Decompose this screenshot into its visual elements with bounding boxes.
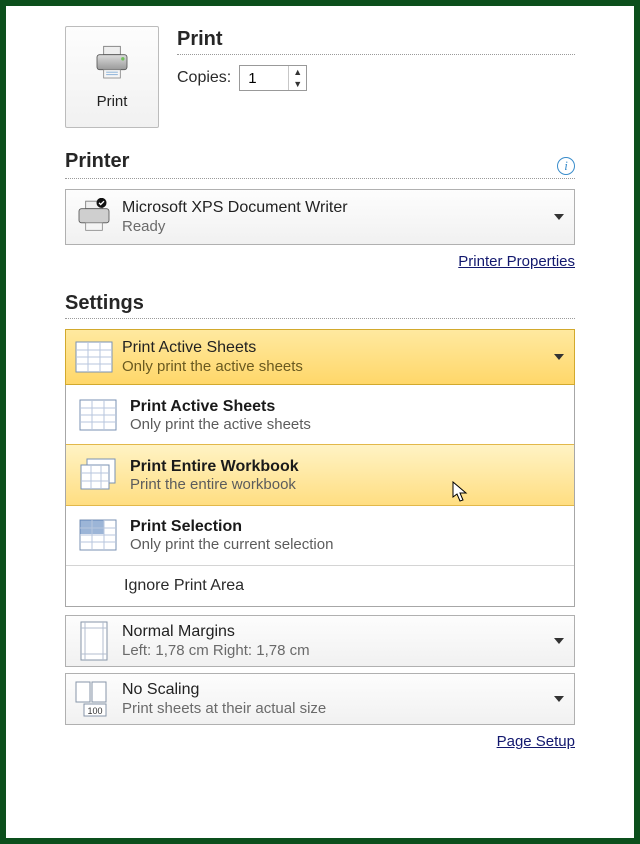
print-what-dropdown: Print Active Sheets Only print the activ… [65,384,575,607]
settings-section-title: Settings [65,292,575,315]
divider [65,178,575,179]
option-subtitle: Only print the active sheets [130,416,311,433]
sheet-icon [72,394,124,436]
print-title: Print [177,28,575,51]
printer-name: Microsoft XPS Document Writer [122,198,348,218]
copies-up[interactable]: ▲ [289,66,306,78]
margins-subtitle: Left: 1,78 cm Right: 1,78 cm [122,642,310,661]
print-what-option-active-sheets[interactable]: Print Active Sheets Only print the activ… [66,385,574,445]
copies-stepper[interactable]: ▲ ▼ [239,65,307,91]
chevron-down-icon [554,638,564,644]
print-what-title: Print Active Sheets [122,338,303,358]
option-subtitle: Print the entire workbook [130,476,299,493]
print-what-select[interactable]: Print Active Sheets Only print the activ… [65,329,575,385]
page-setup-link[interactable]: Page Setup [497,733,575,750]
scaling-subtitle: Print sheets at their actual size [122,700,326,719]
workbook-icon [72,454,124,496]
printer-icon [92,44,132,87]
selection-icon [72,514,124,556]
scaling-select[interactable]: 100 No Scaling Print sheets at their act… [65,673,575,725]
print-backstage-panel: Print Print Copies: ▲ ▼ [65,26,575,750]
chevron-down-icon [554,696,564,702]
cursor-icon [452,481,470,503]
svg-text:100: 100 [87,706,102,716]
print-what-option-selection[interactable]: Print Selection Only print the current s… [66,505,574,565]
printer-device-icon [72,196,116,238]
margins-icon [72,620,116,662]
copies-input[interactable] [240,66,288,90]
print-what-option-entire-workbook[interactable]: Print Entire Workbook Print the entire w… [66,444,574,506]
info-icon[interactable]: i [557,157,575,175]
copies-down[interactable]: ▼ [289,78,306,90]
printer-select[interactable]: Microsoft XPS Document Writer Ready [65,189,575,245]
option-title: Print Active Sheets [130,398,311,416]
option-title: Print Entire Workbook [130,458,299,476]
option-title: Ignore Print Area [124,577,244,595]
chevron-down-icon [554,214,564,220]
option-title: Print Selection [130,518,333,536]
print-what-subtitle: Only print the active sheets [122,358,303,377]
scaling-title: No Scaling [122,680,326,700]
print-button[interactable]: Print [65,26,159,128]
sheet-icon [72,336,116,378]
print-button-label: Print [97,93,128,110]
scaling-icon: 100 [72,678,116,720]
divider [65,318,575,319]
printer-properties-link[interactable]: Printer Properties [458,253,575,270]
printer-status: Ready [122,218,348,237]
divider [177,54,575,55]
ignore-print-area-option[interactable]: Ignore Print Area [66,566,574,606]
chevron-down-icon [554,354,564,360]
copies-label: Copies: [177,69,231,87]
option-subtitle: Only print the current selection [130,536,333,553]
margins-title: Normal Margins [122,622,310,642]
margins-select[interactable]: Normal Margins Left: 1,78 cm Right: 1,78… [65,615,575,667]
printer-section-title: Printer [65,150,129,173]
